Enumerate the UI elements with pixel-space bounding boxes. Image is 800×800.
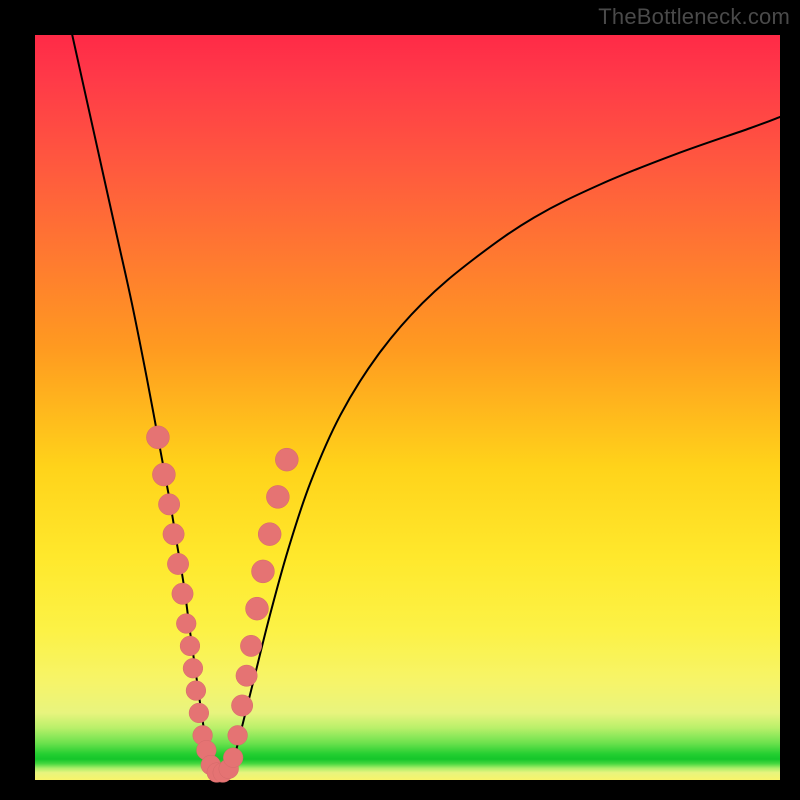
data-marker (275, 448, 298, 471)
data-marker (231, 695, 252, 716)
data-marker (258, 523, 281, 546)
data-marker (251, 560, 274, 583)
data-marker (240, 635, 261, 656)
curve-right-branch (230, 117, 780, 773)
data-marker (183, 658, 203, 678)
data-marker (180, 636, 200, 656)
chart-svg (35, 35, 780, 780)
data-marker (246, 597, 269, 620)
data-marker (189, 703, 209, 723)
data-marker (167, 553, 188, 574)
data-marker (186, 681, 206, 701)
data-marker (176, 614, 196, 634)
marker-layer (146, 426, 298, 783)
curve-layer (72, 35, 780, 773)
data-marker (266, 485, 289, 508)
data-marker (163, 523, 184, 544)
data-marker (223, 748, 243, 768)
frame: TheBottleneck.com (0, 0, 800, 800)
data-marker (146, 426, 169, 449)
data-marker (172, 583, 193, 604)
watermark-text: TheBottleneck.com (598, 4, 790, 30)
data-marker (158, 494, 179, 515)
data-marker (228, 725, 248, 745)
data-marker (236, 665, 257, 686)
data-marker (152, 463, 175, 486)
